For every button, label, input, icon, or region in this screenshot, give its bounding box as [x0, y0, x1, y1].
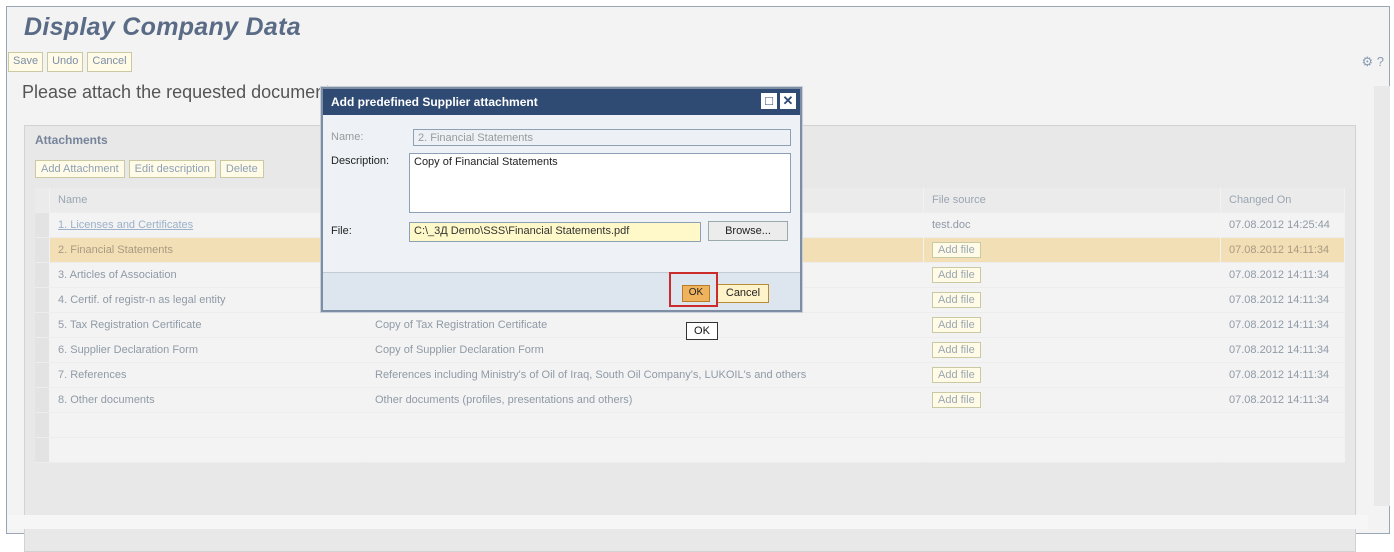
- name-cell: 2. Financial Statements: [49, 237, 367, 263]
- row-selector[interactable]: [35, 287, 50, 313]
- attachments-title: Attachments: [35, 133, 108, 147]
- table-row-empty: [35, 437, 1345, 463]
- add-file-button[interactable]: Add file: [932, 242, 981, 258]
- changed-on-cell: 07.08.2012 14:11:34: [1220, 237, 1345, 263]
- delete-button[interactable]: Delete: [219, 160, 264, 178]
- name-link[interactable]: 1. Licenses and Certificates: [58, 219, 193, 231]
- row-selector[interactable]: [35, 312, 50, 338]
- table-row[interactable]: 8. Other documents Other documents (prof…: [35, 387, 1345, 413]
- description-label: Description:: [331, 155, 390, 167]
- name-field: 2. Financial Statements: [413, 129, 791, 146]
- row-selector[interactable]: [35, 212, 50, 238]
- horizontal-scrollbar[interactable]: [8, 515, 1368, 529]
- name-cell: 6. Supplier Declaration Form: [49, 337, 367, 363]
- description-cell: Copy of Supplier Declaration Form: [366, 337, 924, 363]
- add-file-button[interactable]: Add file: [932, 392, 981, 408]
- attachments-toolbar: Add Attachment Edit description Delete: [35, 160, 264, 178]
- edit-description-button[interactable]: Edit description: [128, 160, 216, 178]
- add-attachment-button[interactable]: Add Attachment: [35, 160, 125, 178]
- column-changed-on[interactable]: Changed On: [1220, 188, 1345, 213]
- description-cell: References including Ministry's of Oil o…: [366, 362, 924, 388]
- maximize-icon[interactable]: □: [761, 93, 777, 109]
- save-button[interactable]: Save: [8, 52, 44, 72]
- page-title: Display Company Data: [24, 13, 301, 41]
- table-row[interactable]: 7. References References including Minis…: [35, 362, 1345, 388]
- dialog-cancel-button[interactable]: Cancel: [717, 284, 769, 303]
- attachment-dialog: Add predefined Supplier attachment □ ✕ N…: [321, 87, 802, 312]
- row-selector[interactable]: [35, 362, 50, 388]
- description-field[interactable]: Copy of Financial Statements: [409, 153, 791, 213]
- cancel-button[interactable]: Cancel: [87, 52, 132, 72]
- changed-on-cell: 07.08.2012 14:11:34: [1220, 387, 1345, 413]
- column-name[interactable]: Name: [49, 188, 367, 213]
- name-cell: 8. Other documents: [49, 387, 367, 413]
- dialog-title: Add predefined Supplier attachment: [331, 95, 538, 109]
- close-icon[interactable]: ✕: [780, 93, 796, 109]
- file-label: File:: [331, 225, 352, 237]
- row-selector[interactable]: [35, 262, 50, 288]
- name-cell: 7. References: [49, 362, 367, 388]
- changed-on-cell: 07.08.2012 14:25:44: [1220, 212, 1345, 238]
- changed-on-cell: 07.08.2012 14:11:34: [1220, 287, 1345, 313]
- name-cell: 5. Tax Registration Certificate: [49, 312, 367, 338]
- browse-button[interactable]: Browse...: [708, 221, 788, 241]
- table-row-empty: [35, 412, 1345, 438]
- column-file-source[interactable]: File source: [923, 188, 1221, 213]
- dialog-header: Add predefined Supplier attachment □ ✕: [323, 89, 800, 115]
- add-file-button[interactable]: Add file: [932, 342, 981, 358]
- ok-highlight: [669, 272, 718, 307]
- help-icon[interactable]: ⚙ ?: [1362, 54, 1385, 70]
- table-row[interactable]: 6. Supplier Declaration Form Copy of Sup…: [35, 337, 1345, 363]
- file-source-cell[interactable]: test.doc: [923, 212, 1221, 238]
- add-file-button[interactable]: Add file: [932, 292, 981, 308]
- main-toolbar: Save Undo Cancel: [8, 52, 132, 72]
- ok-tooltip: OK: [686, 322, 718, 340]
- changed-on-cell: 07.08.2012 14:11:34: [1220, 362, 1345, 388]
- changed-on-cell: 07.08.2012 14:11:34: [1220, 262, 1345, 288]
- add-file-button[interactable]: Add file: [932, 267, 981, 283]
- add-file-button[interactable]: Add file: [932, 317, 981, 333]
- description-cell: Other documents (profiles, presentations…: [366, 387, 924, 413]
- row-selector[interactable]: [35, 237, 50, 263]
- row-selector[interactable]: [35, 337, 50, 363]
- name-cell: 3. Articles of Association: [49, 262, 367, 288]
- name-label: Name:: [331, 131, 364, 143]
- add-file-button[interactable]: Add file: [932, 367, 981, 383]
- description-cell: Copy of Tax Registration Certificate: [366, 312, 924, 338]
- file-input[interactable]: C:\_3Д Demo\SSS\Financial Statements.pdf: [409, 222, 701, 242]
- instruction-text: Please attach the requested documents: [22, 82, 340, 102]
- name-cell: 4. Certif. of registr-n as legal entity: [49, 287, 367, 313]
- undo-button[interactable]: Undo: [47, 52, 84, 72]
- row-selector[interactable]: [35, 387, 50, 413]
- vertical-scrollbar[interactable]: [1374, 86, 1390, 506]
- changed-on-cell: 07.08.2012 14:11:34: [1220, 312, 1345, 338]
- changed-on-cell: 07.08.2012 14:11:34: [1220, 337, 1345, 363]
